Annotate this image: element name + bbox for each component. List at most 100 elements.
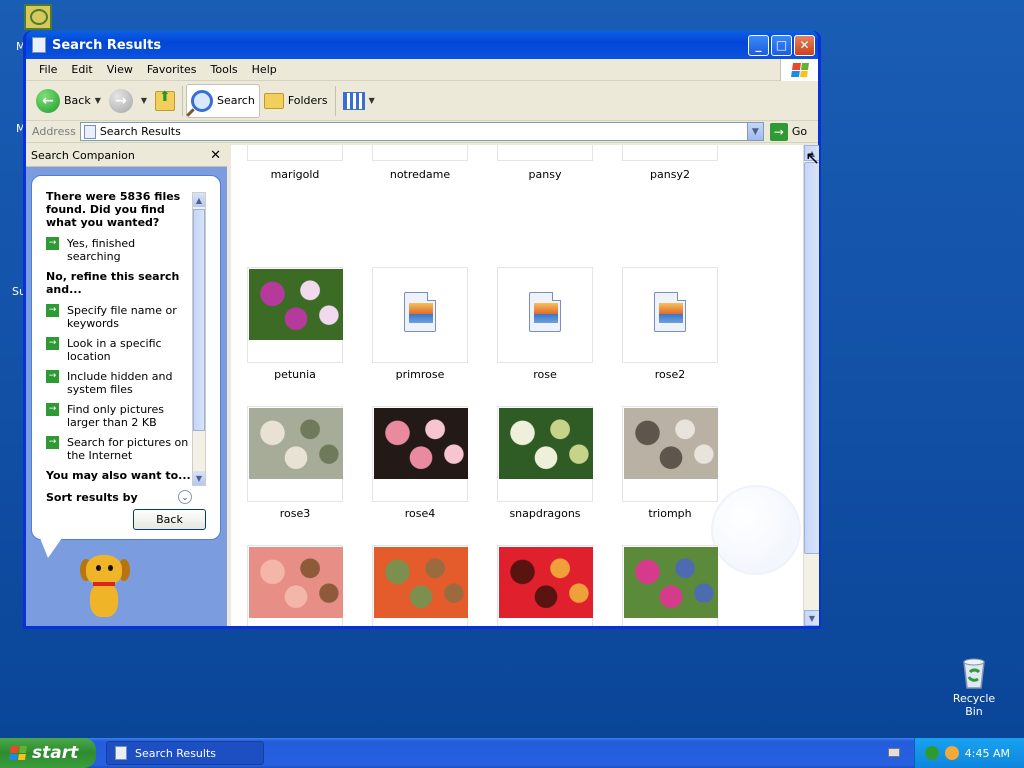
maximize-button[interactable]: □ [771, 34, 792, 56]
address-dropdown-icon[interactable]: ▼ [746, 123, 763, 140]
minimize-button[interactable]: _ [748, 34, 769, 56]
menu-edit[interactable]: Edit [64, 61, 99, 78]
address-value: Search Results [99, 125, 181, 138]
file-thumbnail-tulip[interactable] [372, 545, 468, 626]
file-name-label[interactable]: pansy2 [615, 168, 725, 181]
start-button[interactable]: start [0, 738, 96, 768]
taskbar-item-search-results[interactable]: Search Results [106, 741, 264, 765]
file-thumbnail-rose[interactable] [497, 267, 593, 363]
file-thumbnail-marigold[interactable] [247, 145, 343, 161]
file-name-label[interactable]: primrose [365, 368, 475, 381]
results-found-text: There were 5836 files found. Did you fin… [46, 190, 181, 229]
clock: 4:45 AM [964, 746, 1010, 760]
file-name-label[interactable]: rose [490, 368, 600, 381]
file-thumbnail-rose3[interactable] [247, 406, 343, 502]
network-icon[interactable] [924, 746, 939, 760]
photo-preview [249, 547, 343, 618]
toolbar-separator [334, 85, 336, 116]
file-thumbnail-pansy2[interactable] [622, 145, 718, 161]
file-thumbnail-tulip2[interactable] [497, 545, 593, 626]
window-title: Search Results [52, 37, 162, 53]
menu-favorites[interactable]: Favorites [140, 61, 204, 78]
photo-preview [374, 408, 468, 479]
close-button[interactable]: ✕ [794, 34, 815, 56]
title-bar[interactable]: Search Results _ □ ✕ [26, 31, 818, 59]
photo-preview [374, 547, 468, 618]
folders-button[interactable]: Folders [260, 84, 332, 118]
file-thumbnail-primrose[interactable] [372, 267, 468, 363]
file-thumbnail-rose2[interactable] [622, 267, 718, 363]
search-dog-character[interactable] [76, 555, 136, 623]
file-thumbnail-tropical[interactable] [247, 545, 343, 626]
views-dropdown-icon[interactable]: ▼ [369, 96, 375, 105]
file-name-label[interactable]: notredame [365, 168, 475, 181]
file-thumbnail-tulip3[interactable] [622, 545, 718, 626]
window-client: File Edit View Favorites Tools Help ← Ba… [26, 59, 819, 626]
photo-preview [249, 269, 343, 340]
file-name-label[interactable]: petunia [240, 368, 350, 381]
menu-view[interactable]: View [100, 61, 140, 78]
balloon-scrollbar[interactable]: ▲ ▼ [192, 192, 206, 486]
file-thumbnail-pansy[interactable] [497, 145, 593, 161]
scroll-down-icon[interactable]: ▼ [804, 610, 819, 626]
menu-tools[interactable]: Tools [204, 61, 245, 78]
results-scroll-thumb[interactable] [804, 162, 819, 554]
keyboard-icon[interactable] [888, 748, 900, 757]
explorer-window: Search Results _ □ ✕ File Edit View Favo… [23, 31, 821, 629]
refine-option-label: Find only pictures larger than 2 KB [67, 403, 164, 429]
dog-eye [96, 565, 101, 571]
address-input[interactable]: Search Results ▼ [79, 122, 764, 141]
refine-option-keywords[interactable]: → Specify file name or keywords [46, 304, 192, 330]
file-name-label[interactable]: rose4 [365, 507, 475, 520]
go-button[interactable]: → Go [769, 122, 807, 141]
file-name-label[interactable]: rose2 [615, 368, 725, 381]
menu-help[interactable]: Help [245, 61, 284, 78]
address-label: Address [32, 125, 76, 138]
views-button[interactable]: ▼ [339, 84, 379, 118]
forward-dropdown-icon[interactable]: ▼ [141, 96, 147, 105]
results-scrollbar[interactable]: ▲ ▼ [803, 145, 819, 626]
watermark-bubble [711, 485, 801, 575]
back-button[interactable]: ← Back ▼ [32, 84, 105, 118]
green-arrow-icon: → [46, 403, 59, 416]
up-folder-button[interactable] [151, 84, 179, 118]
companion-back-button[interactable]: Back [133, 509, 206, 530]
scroll-up-icon[interactable]: ▲ [193, 193, 205, 207]
refine-heading: No, refine this search and... [46, 270, 180, 296]
close-pane-icon[interactable]: ✕ [210, 148, 221, 163]
photo-preview [624, 408, 718, 479]
recycle-bin[interactable]: Recycle Bin [944, 656, 1004, 718]
balloon-scroll-thumb[interactable] [193, 209, 205, 431]
image-file-icon [404, 292, 436, 332]
file-name-label[interactable]: rose3 [240, 507, 350, 520]
file-thumbnail-snapdragons[interactable] [497, 406, 593, 502]
file-name-label[interactable]: pansy [490, 168, 600, 181]
back-dropdown-icon[interactable]: ▼ [95, 96, 101, 105]
menu-bar: File Edit View Favorites Tools Help [26, 59, 818, 81]
refine-option-larger[interactable]: → Find only pictures larger than 2 KB [46, 403, 192, 429]
forward-button[interactable]: → ▼ [105, 84, 151, 118]
file-thumbnail-notredame[interactable] [372, 145, 468, 161]
dog-eye [108, 565, 113, 571]
search-tray-icon[interactable] [944, 746, 959, 760]
menu-file[interactable]: File [32, 61, 64, 78]
companion-balloon: There were 5836 files found. Did you fin… [31, 175, 221, 540]
file-name-label[interactable]: marigold [240, 168, 350, 181]
chevron-down-icon[interactable]: ⌄ [178, 490, 192, 504]
file-name-label[interactable]: snapdragons [490, 507, 600, 520]
recycle-bin-icon [958, 656, 990, 689]
scroll-down-icon[interactable]: ▼ [193, 471, 205, 485]
refine-option-hidden[interactable]: → Include hidden and system files [46, 370, 192, 396]
desktop-shortcut-icon[interactable] [24, 4, 52, 30]
sort-results-row[interactable]: Sort results by ⌄ [46, 490, 192, 504]
file-thumbnail-rose4[interactable] [372, 406, 468, 502]
refine-option-internet[interactable]: → Search for pictures on the Internet [46, 436, 192, 462]
file-thumbnail-triomph[interactable] [622, 406, 718, 502]
search-button[interactable]: Search [186, 83, 260, 118]
refine-option-location[interactable]: → Look in a specific location [46, 337, 192, 363]
yes-finished-link[interactable]: → Yes, finished searching [46, 237, 192, 263]
address-bar: Address Search Results ▼ → Go [26, 121, 818, 143]
file-thumbnail-petunia[interactable] [247, 267, 343, 363]
file-name-label[interactable]: triomph [615, 507, 725, 520]
photo-preview [249, 408, 343, 479]
